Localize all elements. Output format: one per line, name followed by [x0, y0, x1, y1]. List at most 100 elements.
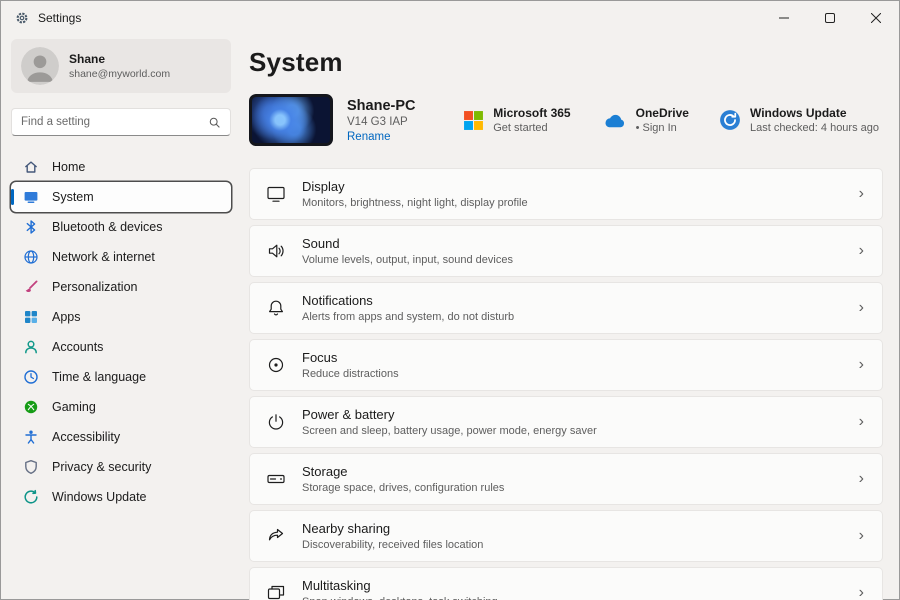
- close-button[interactable]: [853, 1, 899, 35]
- sidebar-item-gaming[interactable]: Gaming: [11, 392, 231, 422]
- row-subtitle: Volume levels, output, input, sound devi…: [302, 254, 513, 266]
- search-input[interactable]: [21, 116, 208, 128]
- promo-title: OneDrive: [635, 106, 689, 120]
- row-subtitle: Monitors, brightness, night light, displ…: [302, 197, 528, 209]
- maximize-button[interactable]: [807, 1, 853, 35]
- user-name: Shane: [69, 52, 106, 66]
- promo-subtitle: • Sign In: [635, 122, 677, 134]
- apps-grid-icon: [23, 309, 39, 325]
- settings-row-multitasking[interactable]: Multitasking Snap windows, desktops, tas…: [249, 567, 883, 600]
- settings-window: Settings Shane shane@myworld.com Find a …: [0, 0, 900, 600]
- search-box: [11, 108, 231, 136]
- window-title: Settings: [38, 11, 82, 25]
- clock-icon: [23, 369, 39, 385]
- settings-row-storage[interactable]: Storage Storage space, drives, configura…: [249, 453, 883, 505]
- sidebar-item-privacy-security[interactable]: Privacy & security: [11, 452, 231, 482]
- sidebar: Shane shane@myworld.com Find a setting H…: [1, 35, 241, 599]
- settings-gear-icon: [15, 11, 29, 25]
- sidebar-item-label: Personalization: [52, 280, 138, 294]
- sidebar-item-bluetooth-devices[interactable]: Bluetooth & devices: [11, 212, 231, 242]
- windows-update-card[interactable]: Windows Update Last checked: 4 hours ago: [719, 106, 879, 134]
- row-title: Display: [302, 179, 345, 194]
- row-subtitle: Discoverability, received files location: [302, 539, 484, 551]
- sidebar-item-label: Time & language: [52, 370, 147, 384]
- sidebar-item-windows-update[interactable]: Windows Update: [11, 482, 231, 512]
- chevron-right-icon: ›: [858, 185, 864, 202]
- row-title: Notifications: [302, 293, 373, 308]
- power-icon: [266, 412, 286, 432]
- sidebar-item-home[interactable]: Home: [11, 152, 231, 182]
- device-header: Shane-PC V14 G3 IAP Rename Microsoft 365…: [249, 94, 883, 146]
- sidebar-item-time-language[interactable]: Time & language: [11, 362, 231, 392]
- device-model: V14 G3 IAP: [347, 115, 408, 128]
- storage-drive-icon: [266, 469, 286, 489]
- bell-icon: [266, 298, 286, 318]
- sidebar-nav: Home System Bluetooth & devices Network …: [11, 152, 231, 512]
- home-icon: [23, 159, 39, 175]
- sidebar-item-personalization[interactable]: Personalization: [11, 272, 231, 302]
- row-title: Nearby sharing: [302, 521, 391, 536]
- settings-row-power-battery[interactable]: Power & battery Screen and sleep, batter…: [249, 396, 883, 448]
- settings-list: Display Monitors, brightness, night ligh…: [249, 168, 883, 600]
- display-icon: [266, 184, 286, 204]
- sidebar-item-network-internet[interactable]: Network & internet: [11, 242, 231, 272]
- caption-buttons: [761, 1, 899, 35]
- sidebar-item-label: Gaming: [52, 400, 96, 414]
- update-arrows-icon: [23, 489, 39, 505]
- sidebar-item-label: System: [52, 190, 94, 204]
- promo-subtitle: Get started: [493, 122, 548, 134]
- row-title: Multitasking: [302, 578, 371, 593]
- system-monitor-icon: [23, 189, 39, 205]
- content-area: Shane shane@myworld.com Find a setting H…: [1, 35, 899, 600]
- sidebar-item-label: Home: [52, 160, 86, 174]
- sidebar-item-accounts[interactable]: Accounts: [11, 332, 231, 362]
- settings-row-display[interactable]: Display Monitors, brightness, night ligh…: [249, 168, 883, 220]
- row-subtitle: Snap windows, desktops, task switching: [302, 596, 498, 600]
- user-email: shane@myworld.com: [69, 68, 171, 80]
- sidebar-item-label: Bluetooth & devices: [52, 220, 163, 234]
- user-profile-card[interactable]: Shane shane@myworld.com: [11, 39, 231, 93]
- microsoft-365-card[interactable]: Microsoft 365 Get started: [463, 106, 571, 134]
- row-subtitle: Reduce distractions: [302, 368, 399, 380]
- multitasking-windows-icon: [266, 583, 286, 600]
- speaker-icon: [266, 241, 286, 261]
- sidebar-item-label: Network & internet: [52, 250, 155, 264]
- person-icon: [23, 339, 39, 355]
- device-name: Shane-PC: [347, 97, 416, 114]
- accessibility-person-icon: [23, 429, 39, 445]
- row-title: Sound: [302, 236, 340, 251]
- microsoft-365-logo-icon: [463, 110, 484, 131]
- share-arrow-icon: [266, 526, 286, 546]
- rename-link[interactable]: Rename: [347, 131, 416, 143]
- chevron-right-icon: ›: [858, 584, 864, 600]
- settings-row-sound[interactable]: Sound Volume levels, output, input, soun…: [249, 225, 883, 277]
- promo-title: Windows Update: [749, 106, 847, 120]
- windows-update-icon: [719, 109, 741, 131]
- chevron-right-icon: ›: [858, 299, 864, 316]
- sidebar-item-accessibility[interactable]: Accessibility: [11, 422, 231, 452]
- row-subtitle: Alerts from apps and system, do not dist…: [302, 311, 515, 323]
- row-title: Focus: [302, 350, 338, 365]
- chevron-right-icon: ›: [858, 242, 864, 259]
- settings-row-focus[interactable]: Focus Reduce distractions ›: [249, 339, 883, 391]
- minimize-button[interactable]: [761, 1, 807, 35]
- row-subtitle: Screen and sleep, battery usage, power m…: [302, 425, 597, 437]
- onedrive-card[interactable]: OneDrive • Sign In: [601, 106, 689, 134]
- settings-row-notifications[interactable]: Notifications Alerts from apps and syste…: [249, 282, 883, 334]
- sidebar-item-label: Apps: [52, 310, 81, 324]
- sidebar-item-apps[interactable]: Apps: [11, 302, 231, 332]
- row-title: Power & battery: [302, 407, 395, 422]
- avatar: [21, 47, 59, 85]
- paintbrush-icon: [23, 279, 39, 295]
- row-title: Storage: [302, 464, 348, 479]
- focus-target-icon: [266, 355, 286, 375]
- row-subtitle: Storage space, drives, configuration rul…: [302, 482, 505, 494]
- chevron-right-icon: ›: [858, 356, 864, 373]
- sidebar-item-label: Accessibility: [52, 430, 121, 444]
- device-wallpaper-thumbnail: [249, 94, 333, 146]
- xbox-icon: [23, 399, 39, 415]
- bluetooth-icon: [23, 219, 39, 235]
- sidebar-item-system[interactable]: System: [11, 182, 231, 212]
- titlebar: Settings: [1, 1, 899, 35]
- settings-row-nearby-sharing[interactable]: Nearby sharing Discoverability, received…: [249, 510, 883, 562]
